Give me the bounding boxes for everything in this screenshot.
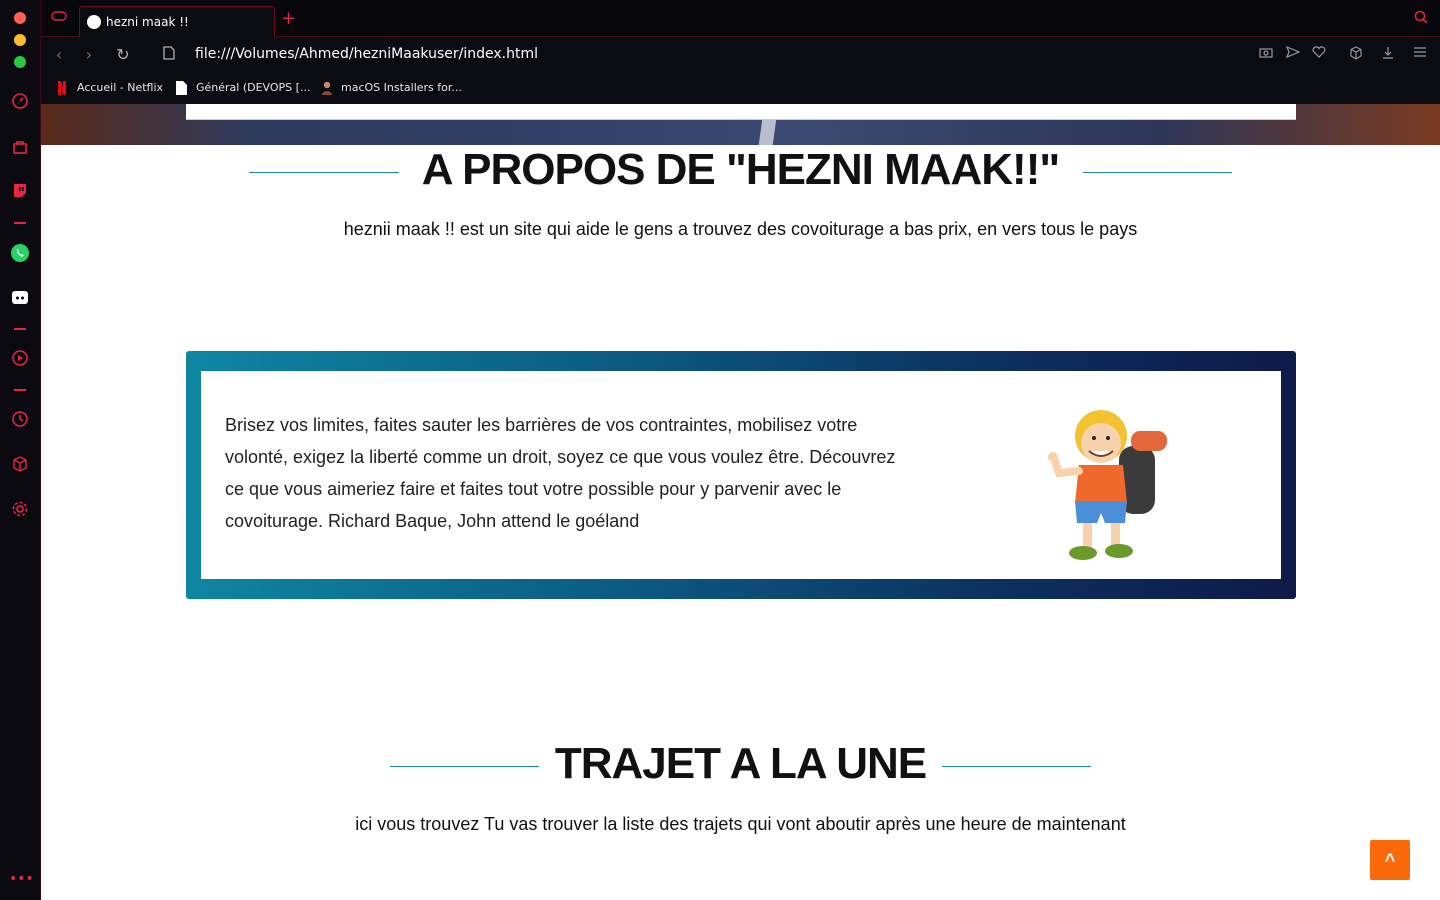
browser-window: ••• hezni maak !! + ‹ › ↻ file:///Volume…: [0, 0, 1440, 900]
cube-icon[interactable]: [1347, 46, 1365, 64]
sidebar-separator: [14, 389, 26, 391]
avatar-icon: [321, 81, 333, 95]
tab-title: hezni maak !!: [106, 15, 189, 29]
download-icon[interactable]: [1379, 46, 1397, 64]
send-icon[interactable]: [1284, 45, 1302, 62]
hero-search-card: [186, 104, 1296, 120]
extensions-cube-icon[interactable]: [9, 455, 31, 477]
new-tab-button[interactable]: +: [281, 9, 296, 29]
bookmarks-bar: Accueil - Netflix Général (DEVOPS [... m…: [41, 74, 1440, 104]
netflix-icon: [57, 81, 69, 95]
discord-icon[interactable]: [9, 288, 31, 310]
shopping-bag-icon[interactable]: [9, 138, 31, 160]
forward-arrow-icon[interactable]: ›: [79, 45, 99, 65]
whatsapp-icon[interactable]: [9, 243, 31, 265]
bookmark-macos-installers[interactable]: macOS Installers for...: [321, 80, 462, 96]
speed-dial-icon[interactable]: [9, 92, 31, 114]
player-icon[interactable]: [9, 349, 31, 371]
document-icon: [176, 81, 188, 95]
history-clock-icon[interactable]: [9, 410, 31, 432]
web-page: A PROPOS DE "HEZNI MAAK!!" heznii maak !…: [41, 104, 1440, 900]
maximize-window-button[interactable]: [14, 56, 26, 68]
sidebar-separator: [14, 222, 26, 224]
twitch-icon[interactable]: [9, 182, 31, 204]
settings-gear-icon[interactable]: [9, 500, 31, 522]
promo-card-inner: Brisez vos limites, faites sauter les ba…: [201, 371, 1281, 579]
minimize-window-button[interactable]: [14, 34, 26, 46]
page-info-icon[interactable]: [159, 45, 179, 65]
back-arrow-icon[interactable]: ‹: [49, 45, 69, 65]
promo-text: Brisez vos limites, faites sauter les ba…: [225, 415, 896, 531]
more-options-icon[interactable]: •••: [9, 870, 34, 888]
reload-icon[interactable]: ↻: [113, 45, 133, 65]
featured-subtitle: ici vous trouvez Tu vas trouver la liste…: [355, 814, 1126, 834]
browser-sidebar: •••: [0, 0, 41, 900]
about-title: A PROPOS DE "HEZNI MAAK!!": [421, 145, 1060, 194]
bookmark-netflix[interactable]: Accueil - Netflix: [57, 80, 163, 96]
tab-active[interactable]: hezni maak !!: [79, 6, 275, 38]
back-to-top-button[interactable]: ^: [1370, 840, 1410, 880]
bookmark-general-devops[interactable]: Général (DEVOPS [...: [176, 80, 310, 96]
heart-icon[interactable]: [1310, 46, 1328, 62]
about-subtitle: heznii maak !! est un site qui aide le g…: [343, 219, 1138, 239]
address-bar: ‹ › ↻ file:///Volumes/Ahmed/hezniMaakuse…: [41, 37, 1440, 74]
url-input[interactable]: file:///Volumes/Ahmed/hezniMaakuser/inde…: [195, 46, 538, 62]
hitchhiker-illustration: [1031, 401, 1171, 566]
gx-control-icon[interactable]: [49, 9, 69, 29]
close-window-button[interactable]: [14, 12, 26, 24]
snapshot-camera-icon[interactable]: [1257, 46, 1275, 62]
promo-card: Brisez vos limites, faites sauter les ba…: [186, 351, 1296, 599]
globe-icon: [87, 15, 101, 29]
tab-search-icon[interactable]: [1414, 10, 1428, 28]
featured-title: TRAJET A LA UNE: [554, 739, 927, 788]
tab-bar: hezni maak !! +: [41, 0, 1440, 38]
easy-setup-icon[interactable]: [1411, 46, 1429, 62]
sidebar-separator: [14, 328, 26, 330]
